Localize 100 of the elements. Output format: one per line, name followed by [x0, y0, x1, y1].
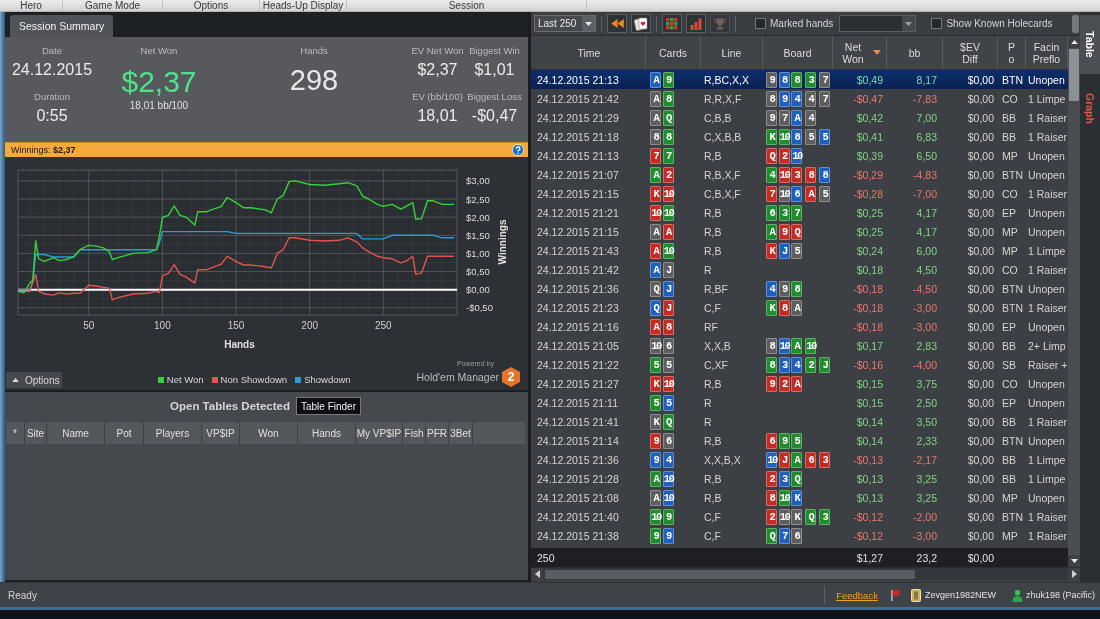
net-won-cell-text: $0,14	[855, 434, 884, 447]
total-cell-text: 250	[536, 551, 556, 564]
column-header[interactable]: bb	[887, 36, 943, 69]
scrollbar-thumb[interactable]	[545, 569, 915, 579]
bb-cell-text: 6,00	[915, 244, 938, 257]
playing-card: 3	[778, 356, 790, 373]
playing-card: 10	[650, 204, 661, 221]
playing-card: K	[766, 299, 777, 316]
playing-card: 10	[662, 375, 674, 392]
playing-card: 8	[766, 90, 777, 107]
playing-card: 4	[791, 356, 802, 373]
playing-card: 7	[662, 147, 674, 164]
flag-icon[interactable]	[890, 589, 901, 601]
ev-diff-cell-text: $0,00	[966, 529, 995, 542]
options-button[interactable]: Options	[6, 372, 62, 388]
ev-diff-cell-text: $0,00	[966, 472, 995, 485]
playing-card: 10	[662, 470, 674, 487]
scrollbar-thumb[interactable]	[1072, 14, 1079, 33]
column-header[interactable]: PFR	[426, 422, 449, 444]
scroll-left-button[interactable]	[531, 568, 543, 580]
ev-diff-cell-text: $0,00	[966, 453, 995, 466]
facing-cell-text: 1 Raiser	[1027, 263, 1068, 276]
menu-item[interactable]: Options	[163, 0, 260, 11]
bb-cell-text: -2,17	[912, 453, 938, 466]
playing-card: K	[791, 489, 802, 506]
side-tab[interactable]: Table	[1080, 15, 1100, 74]
column-header[interactable]: VP$IP	[202, 422, 240, 444]
line-cell-text: C,F	[703, 510, 722, 523]
menu-item[interactable]: Game Mode	[63, 0, 163, 11]
column-header[interactable]: $EV Diff	[943, 36, 998, 69]
column-header[interactable]: Won	[240, 422, 298, 444]
net-won-cell-text: -$0,28	[852, 187, 884, 200]
playing-card: 2	[805, 356, 816, 373]
column-header[interactable]: Fish	[403, 422, 426, 444]
playing-card: 5	[662, 394, 674, 411]
column-header[interactable]: Net Won	[833, 36, 887, 69]
playing-card: K	[791, 508, 802, 525]
menu-item[interactable]: Hero	[0, 0, 63, 11]
axis-title: Winnings	[497, 219, 508, 265]
playing-card: A	[650, 166, 661, 183]
menu-item[interactable]: Heads-Up Display	[260, 0, 347, 11]
playing-card: 8	[650, 128, 661, 145]
checkbox[interactable]	[931, 18, 943, 29]
position-cell-text: BTN	[1001, 73, 1024, 86]
bb-cell-text: 3,75	[915, 377, 938, 390]
column-header[interactable]: Pot	[105, 422, 144, 444]
playing-card: 2	[766, 470, 777, 487]
position-cell-text: BB	[1001, 453, 1017, 466]
bb-cell-text: 2,83	[915, 339, 938, 352]
column-header[interactable]: Hands	[298, 422, 356, 444]
net-won-cell-text: $0,18	[855, 263, 884, 276]
facing-cell-text: 1 Limpe	[1027, 92, 1067, 105]
playing-card: 3	[778, 470, 790, 487]
facing-cell-text: Unopen	[1027, 320, 1066, 333]
trophy-icon	[714, 17, 726, 30]
line-cell-text: C,XF	[703, 358, 729, 371]
help-icon[interactable]	[512, 144, 524, 156]
feedback-link[interactable]: Feedback	[836, 589, 878, 601]
playing-card: 2	[778, 375, 790, 392]
playing-card: A	[650, 90, 661, 107]
menu-item[interactable]: Session	[347, 0, 587, 11]
position-cell-text: MP	[1001, 491, 1019, 504]
column-header[interactable]: Name	[47, 422, 105, 444]
tab[interactable]: Session Summary	[10, 15, 114, 37]
column-header[interactable]: Cards	[646, 36, 701, 69]
column-header[interactable]: Time	[533, 36, 646, 69]
playing-card: 9	[778, 432, 790, 449]
range-select[interactable]: Last 250	[534, 15, 596, 32]
table-row[interactable]: 24.12.2015 21:13 A 9 R,BC,X,X 9 8 8 3 7 $0,49 8,17 $0,00 BTN Unopen	[531, 70, 1068, 89]
table-finder-button[interactable]: Table Finder	[295, 397, 361, 415]
playing-card: 9	[766, 375, 777, 392]
column-header[interactable]: Site	[25, 422, 47, 444]
time-cell-text: 24.12.2015 21:41	[536, 415, 620, 428]
side-tab[interactable]: Graph	[1080, 76, 1100, 140]
column-header[interactable]: Po	[998, 36, 1026, 69]
time-cell-text: 24.12.2015 21:22	[536, 358, 620, 371]
column-header[interactable]: My VP$IP	[356, 422, 403, 444]
playing-card: J	[819, 356, 830, 373]
marked-hands-select[interactable]	[839, 15, 917, 32]
toolbar-button[interactable]	[631, 14, 651, 33]
bb-cell-text: 7,00	[915, 111, 938, 124]
scroll-right-button[interactable]	[1068, 568, 1080, 580]
column-header[interactable]: Board	[763, 36, 833, 69]
checkbox[interactable]	[755, 18, 766, 29]
ev-diff-cell-text: $0,00	[966, 510, 995, 523]
playing-card: 2	[766, 508, 777, 525]
column-header[interactable]: 3Bet	[449, 422, 473, 444]
playing-card: A	[791, 299, 802, 316]
column-header[interactable]: Line	[701, 36, 763, 69]
legend-label: Showdown	[304, 374, 351, 385]
scrollbar-thumb[interactable]	[1069, 49, 1079, 101]
scroll-down-button[interactable]	[1068, 555, 1080, 567]
column-header[interactable]: Players	[144, 422, 202, 444]
playing-card: 7	[791, 204, 802, 221]
facing-cell-text: Unopen	[1027, 396, 1066, 409]
scroll-up-button[interactable]	[1068, 36, 1080, 48]
playing-card: 9	[778, 280, 790, 297]
position-cell-text: CO	[1001, 263, 1019, 276]
stat-value: $2,37	[417, 60, 458, 80]
column-header[interactable]: *	[6, 422, 25, 444]
